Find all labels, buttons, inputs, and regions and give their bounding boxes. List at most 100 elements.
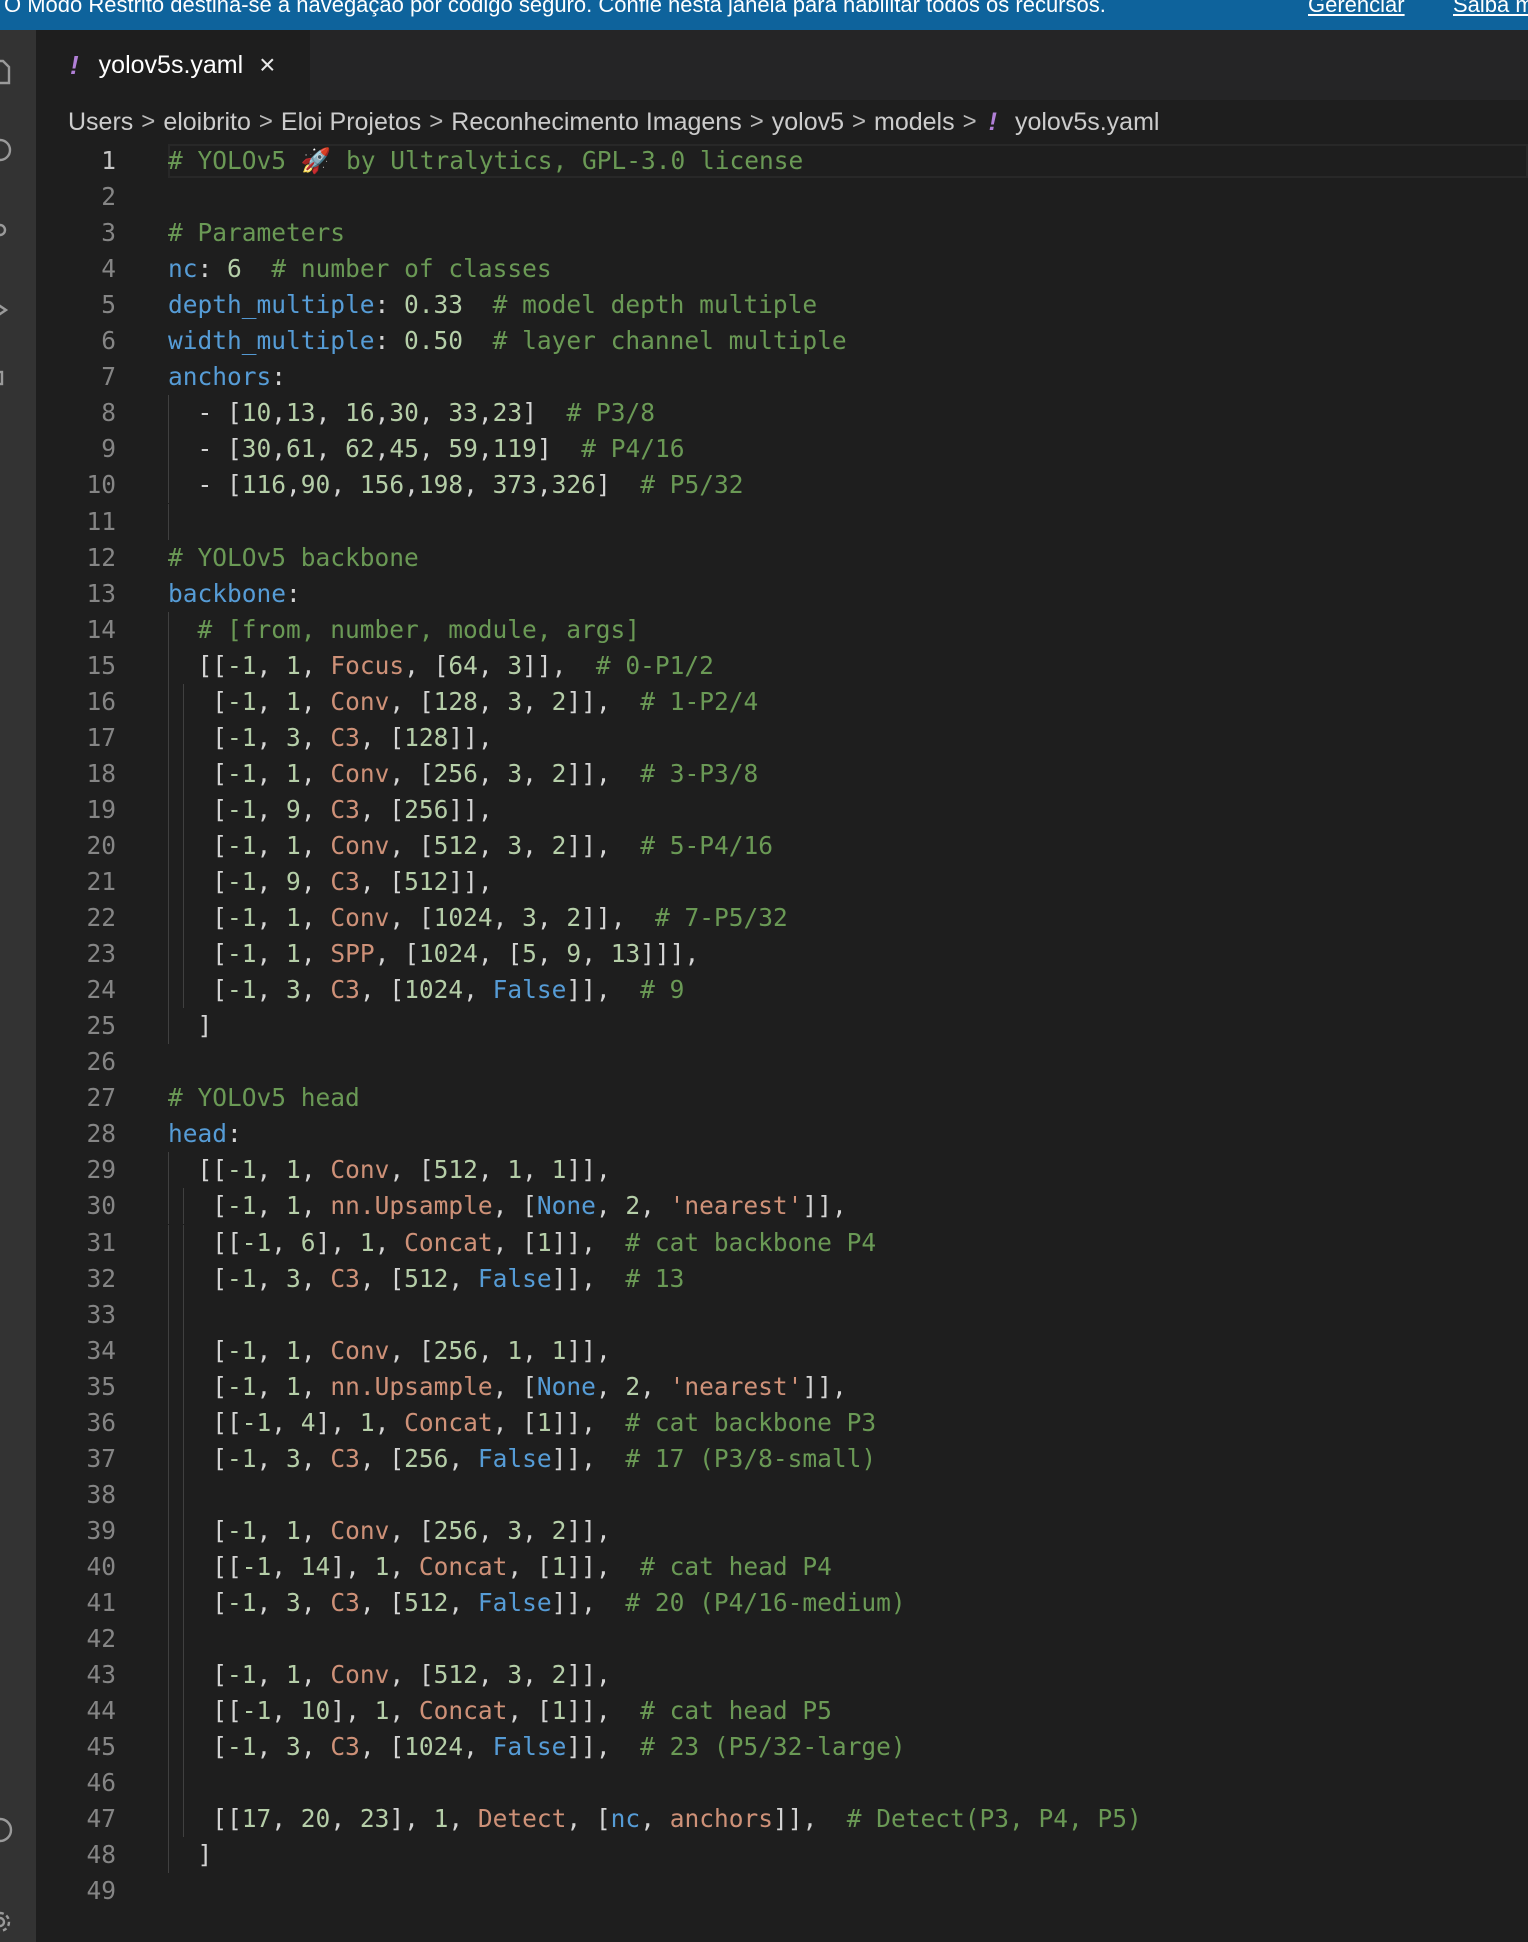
code-token: , — [477, 398, 493, 428]
breadcrumb-item-eloibrito[interactable]: eloibrito — [163, 108, 251, 137]
code-token: , — [477, 1155, 508, 1185]
line-number: 8 — [101, 398, 116, 428]
code-token: Concat — [418, 1696, 508, 1726]
close-icon[interactable]: × — [259, 51, 275, 79]
code-token: [ — [168, 1660, 228, 1690]
code-token: -1 — [227, 1732, 257, 1762]
code-token: False — [492, 975, 567, 1005]
code-token: [ — [168, 1335, 228, 1365]
source-control-icon[interactable] — [0, 216, 14, 244]
code-line: 41 [-1, 3, C3, [512, False]], # 20 (P4/1… — [36, 1585, 1528, 1621]
code-token: 3 — [522, 903, 537, 933]
line-number: 35 — [86, 1371, 116, 1401]
code-line: 10 - [116,90, 156,198, 373,326] # P5/32 — [36, 467, 1528, 504]
code-line: 38 — [36, 1476, 1528, 1513]
code-token: [ — [168, 1588, 228, 1617]
line-number: 13 — [86, 578, 116, 608]
code-line: 34 [-1, 1, Conv, [256, 1, 1]], — [36, 1332, 1528, 1369]
code-token: - [ — [168, 398, 242, 428]
code-line: 1 # YOLOv5 🚀 by Ultralytics, GPL-3.0 lice… — [36, 144, 1528, 179]
code-token: , [ — [492, 1227, 537, 1257]
code-line: 44 [[-1, 10], 1, Concat, [1]], # cat hea… — [36, 1693, 1528, 1730]
breadcrumb-item-users[interactable]: Users — [68, 108, 133, 137]
indent-guide — [168, 1476, 169, 1513]
code-token: ]], — [448, 722, 493, 752]
code-token: [[ — [168, 1407, 242, 1437]
code-token: 61 — [286, 434, 316, 464]
code-token: , — [463, 470, 493, 500]
code-token: - [ — [168, 470, 242, 500]
code-token: , [ — [359, 975, 405, 1005]
code-token: C3 — [330, 722, 360, 752]
code-token: -1 — [227, 939, 257, 969]
code-token: ], — [315, 1407, 360, 1437]
run-debug-icon[interactable] — [0, 296, 14, 324]
code-token: , — [271, 1407, 301, 1437]
code-token: , — [286, 470, 301, 500]
code-line: 25 ] — [36, 1008, 1528, 1045]
code-token: 1 — [359, 1407, 375, 1437]
code-token: [ — [168, 830, 228, 860]
code-token: 9 — [566, 939, 582, 969]
code-token: , — [256, 1443, 287, 1473]
code-token: 3 — [507, 686, 523, 716]
code-token: ] — [168, 1011, 213, 1041]
code-token: -1 — [241, 1227, 272, 1257]
code-token: ]], — [566, 1551, 641, 1581]
code-line: 32 [-1, 3, C3, [512, False]], # 13 — [36, 1260, 1528, 1297]
indent-guide — [182, 1296, 184, 1333]
code-token: 1024 — [404, 1732, 464, 1762]
code-token: # 9 — [640, 975, 685, 1005]
code-token: 3 — [507, 1660, 523, 1690]
breadcrumb-item-models[interactable]: models — [874, 108, 955, 137]
code-token: , — [256, 650, 287, 680]
code-text: - [10,13, 16,30, 33,23] # P3/8 — [168, 395, 655, 431]
extensions-icon[interactable] — [0, 368, 14, 396]
code-token: # cat head P4 — [640, 1551, 832, 1581]
search-icon[interactable] — [0, 136, 14, 164]
code-token: 256 — [404, 1443, 449, 1473]
code-token: 1 — [286, 1155, 301, 1185]
code-token: ]], — [772, 1804, 847, 1834]
line-number: 16 — [86, 686, 116, 716]
code-token: 1 — [286, 1515, 301, 1545]
code-token: 13 — [286, 398, 316, 428]
code-line: 36 [[-1, 4], 1, Concat, [1]], # cat back… — [36, 1404, 1528, 1441]
code-token: # 3-P3/8 — [640, 758, 759, 788]
code-token: , — [418, 398, 449, 428]
code-token: ] — [522, 398, 567, 428]
line-number: 49 — [86, 1876, 116, 1906]
code-token: 17 — [241, 1804, 272, 1834]
manage-link[interactable]: Gerenciar — [1308, 0, 1405, 16]
code-token: ] — [595, 470, 641, 500]
code-token: [ — [168, 1515, 228, 1545]
breadcrumb-item-reconhecimento-imagens[interactable]: Reconhecimento Imagens — [451, 108, 741, 137]
line-number: 15 — [86, 650, 116, 680]
tab-yolov5s-yaml[interactable]: ! yolov5s.yaml × — [36, 30, 310, 100]
code-token: -1 — [227, 1155, 257, 1185]
breadcrumb-item-yolov5[interactable]: yolov5 — [772, 108, 844, 137]
code-token: Conv — [330, 1335, 390, 1365]
files-icon[interactable] — [0, 58, 14, 86]
breadcrumb-item-eloi-projetos[interactable]: Eloi Projetos — [281, 108, 421, 137]
account-icon[interactable] — [0, 1816, 14, 1844]
code-token: , — [300, 1660, 331, 1690]
breadcrumb-item-file[interactable]: yolov5s.yaml — [1015, 108, 1160, 137]
code-token: , — [300, 1263, 331, 1293]
code-editor[interactable]: 1 # YOLOv5 🚀 by Ultralytics, GPL-3.0 lice… — [36, 144, 1528, 1942]
code-token: ] — [536, 434, 582, 464]
code-text: [-1, 1, Conv, [512, 3, 2]], — [168, 1657, 610, 1693]
indent-guide — [168, 1296, 169, 1333]
code-token: , — [389, 1696, 419, 1726]
line-number: 4 — [101, 254, 116, 284]
code-line: 28 head: — [36, 1116, 1528, 1152]
code-token: 128 — [404, 722, 449, 752]
code-token: [ — [168, 1443, 228, 1473]
learn-more-link[interactable]: Saiba mais — [1453, 0, 1528, 16]
line-number: 10 — [86, 470, 116, 500]
settings-gear-icon[interactable] — [0, 1908, 14, 1936]
code-token: Conv — [330, 1660, 390, 1690]
code-token: ]], — [566, 1335, 611, 1365]
line-number: 19 — [86, 794, 116, 824]
